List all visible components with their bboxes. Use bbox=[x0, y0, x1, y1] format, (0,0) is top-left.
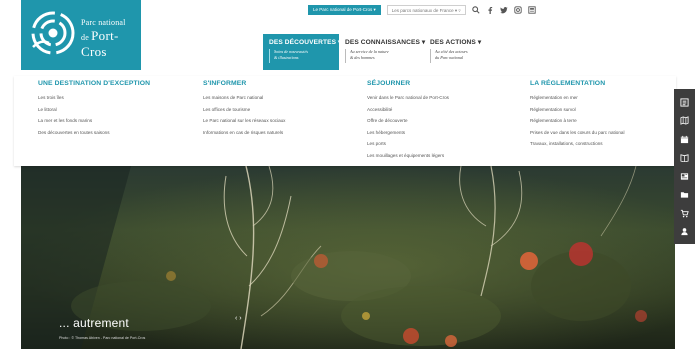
logo-text-parc-national: Parc national bbox=[81, 18, 126, 27]
utility-bar: Le Parc national de Port-Cros ▾ Les parc… bbox=[308, 4, 536, 16]
cart-icon[interactable] bbox=[674, 204, 695, 223]
network-dropdown-button[interactable]: Le Parc national de Port-Cros ▾ bbox=[308, 5, 381, 15]
instagram-icon[interactable] bbox=[513, 6, 522, 14]
nav-actions-label: DES ACTIONS ▾ bbox=[430, 39, 482, 46]
mega-link[interactable]: Réglementation à terre bbox=[530, 118, 624, 130]
mega-menu: UNE DESTINATION D'EXCEPTION Les trois îl… bbox=[14, 76, 676, 166]
user-icon[interactable] bbox=[674, 223, 695, 242]
mega-link[interactable]: Les hébergements bbox=[367, 130, 449, 142]
newsletter-icon[interactable] bbox=[527, 6, 536, 14]
nav-sub-line: & illustrations bbox=[274, 55, 299, 60]
mega-link[interactable]: Les trois îles bbox=[38, 95, 150, 107]
mega-col-informer: S'INFORMER Les maisons de Parc national … bbox=[203, 80, 285, 141]
mega-link[interactable]: Le littoral bbox=[38, 107, 150, 119]
nav-decouvertes[interactable]: DES DÉCOUVERTES ▾ Soins de nouveautés & … bbox=[263, 34, 342, 70]
nav-actions-subtitle: Au côté des acteurs du Parc national bbox=[430, 49, 498, 63]
twitter-icon[interactable] bbox=[499, 6, 508, 14]
facebook-icon[interactable] bbox=[486, 6, 494, 14]
mega-link[interactable]: Réglementation survol bbox=[530, 107, 624, 119]
mega-link[interactable]: Les maisons de Parc national bbox=[203, 95, 285, 107]
mega-list: Réglementation en mer Réglementation sur… bbox=[530, 95, 624, 153]
agenda-icon[interactable] bbox=[674, 93, 695, 112]
newspaper-icon[interactable] bbox=[674, 167, 695, 186]
book-icon[interactable] bbox=[674, 149, 695, 168]
mega-link[interactable]: Le Parc national sur les réseaux sociaux bbox=[203, 118, 285, 130]
nav-decouvertes-subtitle: Soins de nouveautés & illustrations bbox=[269, 49, 333, 63]
mega-link[interactable]: La mer et les fonds marins bbox=[38, 118, 150, 130]
nav-connaissances-label: DES CONNAISSANCES ▾ bbox=[345, 39, 426, 46]
mega-link[interactable]: Accessibilité bbox=[367, 107, 449, 119]
nav-actions[interactable]: DES ACTIONS ▾ Au côté des acteurs du Par… bbox=[424, 34, 504, 70]
nav-decouvertes-label: DES DÉCOUVERTES ▾ bbox=[269, 39, 342, 46]
logo-text-port-cros: de Port-Cros bbox=[81, 28, 141, 60]
logo-text-de: de bbox=[81, 33, 90, 42]
mega-list: Les trois îles Le littoral La mer et les… bbox=[38, 95, 150, 141]
mega-col-reglementation: LA RÉGLEMENTATION Réglementation en mer … bbox=[530, 80, 624, 153]
nav-sub-line: du Parc national bbox=[435, 55, 464, 60]
photo-credit: Photo : © Thomas Abiven - Parc national … bbox=[59, 336, 146, 340]
mega-link[interactable]: Travaux, installations, constructions bbox=[530, 141, 624, 153]
mega-link[interactable]: Réglementation en mer bbox=[530, 95, 624, 107]
mega-link[interactable]: Venir dans le Parc national de Port-Cros bbox=[367, 95, 449, 107]
mega-link[interactable]: Les offices de tourisme bbox=[203, 107, 285, 119]
side-toolbar bbox=[674, 89, 695, 244]
mega-link[interactable]: Offre de découverte bbox=[367, 118, 449, 130]
slider-arrows[interactable]: ‹ › bbox=[235, 315, 242, 322]
nav-connaissances-subtitle: Au service de la nature & des hommes bbox=[345, 49, 418, 63]
parks-select[interactable]: Les parcs nationaux de France ▾ ▿ bbox=[386, 5, 466, 15]
mega-heading[interactable]: S'INFORMER bbox=[203, 80, 285, 87]
mega-link[interactable]: Des découvertes en toutes saisons bbox=[38, 130, 150, 142]
mega-heading[interactable]: SÉJOURNER bbox=[367, 80, 449, 87]
mega-link[interactable]: Les mouillages et équipements légers bbox=[367, 153, 449, 165]
folder-icon[interactable] bbox=[674, 186, 695, 205]
mega-list: Les maisons de Parc national Les offices… bbox=[203, 95, 285, 141]
logo-spiral-icon bbox=[31, 11, 75, 55]
map-icon[interactable] bbox=[674, 112, 695, 131]
mega-link[interactable]: Les ports bbox=[367, 141, 449, 153]
site-logo[interactable]: Parc national de Port-Cros bbox=[21, 0, 141, 70]
search-icon[interactable] bbox=[471, 6, 480, 14]
mega-list: Venir dans le Parc national de Port-Cros… bbox=[367, 95, 449, 165]
mega-col-sejourner: SÉJOURNER Venir dans le Parc national de… bbox=[367, 80, 449, 165]
main-navigation: DES DÉCOUVERTES ▾ Soins de nouveautés & … bbox=[263, 34, 504, 70]
hero-slider: ... autrement Photo : © Thomas Abiven - … bbox=[21, 166, 675, 349]
hero-caption: ... autrement bbox=[59, 316, 129, 330]
calendar-icon[interactable] bbox=[674, 130, 695, 149]
nav-sub-line: & des hommes bbox=[350, 55, 375, 60]
nav-connaissances[interactable]: DES CONNAISSANCES ▾ Au service de la nat… bbox=[339, 34, 426, 70]
mega-link[interactable]: Prises de vue dans les cœurs du parc nat… bbox=[530, 130, 624, 142]
mega-col-destination: UNE DESTINATION D'EXCEPTION Les trois îl… bbox=[38, 80, 150, 141]
mega-heading[interactable]: UNE DESTINATION D'EXCEPTION bbox=[38, 80, 150, 87]
mega-heading[interactable]: LA RÉGLEMENTATION bbox=[530, 80, 624, 87]
mega-link[interactable]: Informations en cas de risques naturels bbox=[203, 130, 285, 142]
